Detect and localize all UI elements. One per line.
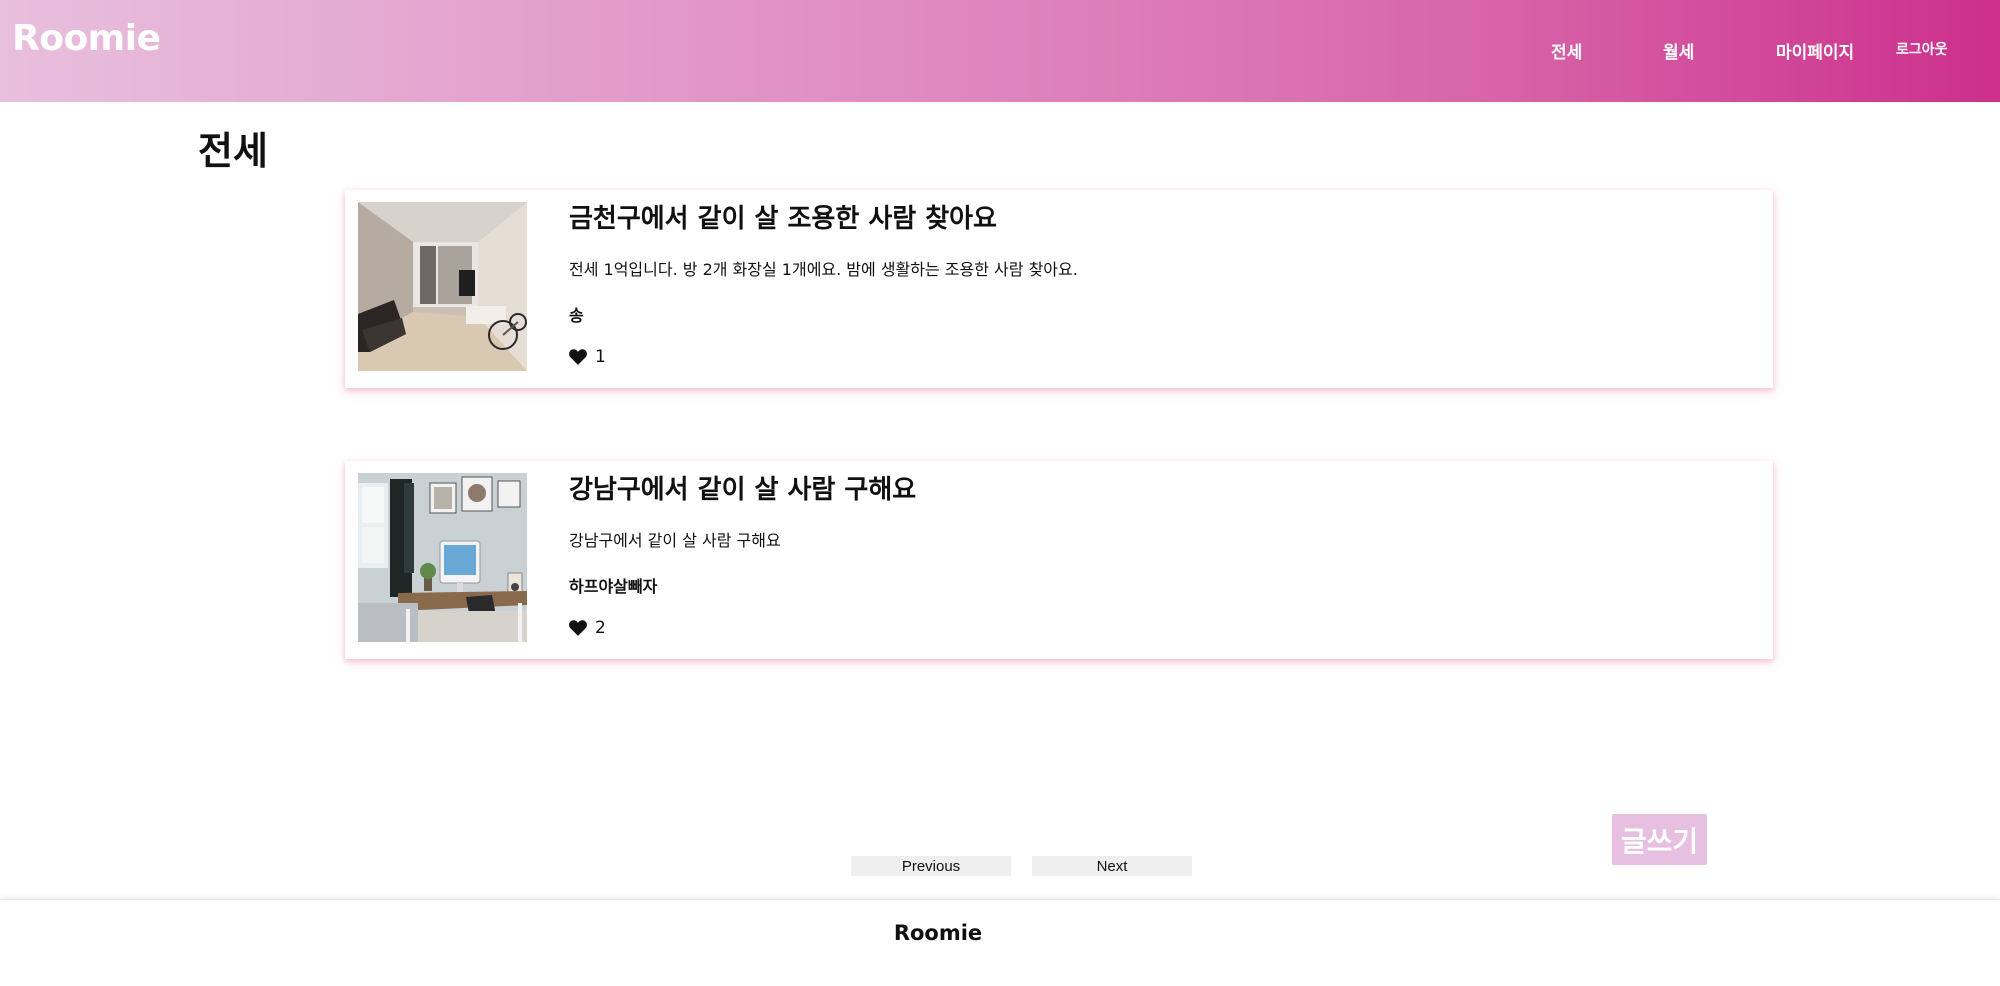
like-count: 1 (595, 347, 606, 367)
logo[interactable]: Roomie (12, 18, 161, 59)
next-page-button[interactable]: Next (1032, 856, 1192, 876)
footer: Roomie (0, 899, 2000, 986)
post-card[interactable]: 금천구에서 같이 살 조용한 사람 찾아요 전세 1억입니다. 방 2개 화장실… (345, 190, 1773, 388)
heart-icon (569, 349, 587, 365)
nav-mypage-link[interactable]: 마이페이지 (1776, 38, 1854, 63)
post-card[interactable]: 강남구에서 같이 살 사람 구해요 강남구에서 같이 살 사람 구해요 하프야살… (345, 461, 1773, 659)
logout-link[interactable]: 로그아웃 (1896, 39, 1948, 59)
like-count: 2 (595, 618, 606, 638)
post-title[interactable]: 강남구에서 같이 살 사람 구해요 (569, 469, 916, 506)
nav-wolse-link[interactable]: 월세 (1663, 38, 1694, 63)
post-thumbnail (358, 202, 527, 371)
post-author: 송 (569, 306, 584, 325)
like-button[interactable]: 2 (569, 618, 606, 638)
previous-page-button[interactable]: Previous (851, 856, 1011, 876)
footer-logo: Roomie (893, 921, 983, 945)
post-description: 전세 1억입니다. 방 2개 화장실 1개에요. 밤에 생활하는 조용한 사람 … (569, 260, 1078, 279)
nav-jeonse-link[interactable]: 전세 (1551, 38, 1582, 63)
page: Roomie 전세 월세 마이페이지 로그아웃 전세 금천구에서 같이 살 조용… (0, 0, 2000, 986)
post-title[interactable]: 금천구에서 같이 살 조용한 사람 찾아요 (569, 198, 997, 235)
post-author: 하프야살빼자 (569, 577, 658, 596)
write-post-button[interactable]: 글쓰기 (1612, 814, 1707, 865)
heart-icon (569, 620, 587, 636)
like-button[interactable]: 1 (569, 347, 606, 367)
page-title: 전세 (198, 129, 268, 173)
post-thumbnail (358, 473, 527, 642)
post-description: 강남구에서 같이 살 사람 구해요 (569, 531, 781, 550)
header-bar: Roomie 전세 월세 마이페이지 로그아웃 (0, 0, 2000, 102)
